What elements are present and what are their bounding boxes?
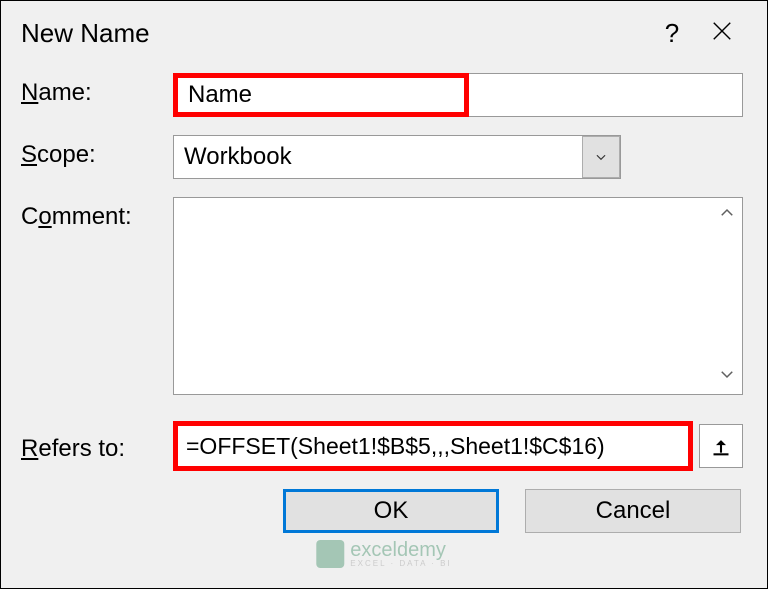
comment-textarea[interactable]	[173, 197, 743, 395]
scope-select[interactable]	[173, 135, 621, 179]
watermark-brand: exceldemy	[350, 540, 451, 560]
watermark: exceldemy EXCEL · DATA · BI	[316, 540, 451, 568]
name-label: Name:	[21, 73, 173, 107]
watermark-text: exceldemy EXCEL · DATA · BI	[350, 540, 451, 568]
scope-dropdown-button[interactable]	[582, 136, 620, 178]
scope-field-wrap	[173, 135, 743, 179]
close-button[interactable]	[697, 20, 747, 47]
titlebar: New Name ?	[1, 1, 767, 61]
name-row: Name:	[21, 73, 743, 117]
comment-field-wrap	[173, 197, 743, 395]
collapse-icon	[711, 436, 731, 456]
name-field-wrap	[173, 73, 743, 117]
refers-to-field-wrap	[173, 421, 743, 471]
help-button[interactable]: ?	[647, 18, 697, 49]
refers-to-label: Refers to:	[21, 429, 173, 463]
scope-label: Scope:	[21, 135, 173, 169]
cancel-button[interactable]: Cancel	[525, 489, 741, 533]
caret-up-icon	[718, 204, 736, 222]
close-icon	[711, 20, 733, 42]
scroll-down-button[interactable]	[718, 365, 736, 388]
name-input[interactable]	[173, 73, 469, 117]
scope-value[interactable]	[173, 135, 621, 179]
dialog-content: Name: Scope: Comment:	[1, 61, 767, 533]
scroll-up-button[interactable]	[718, 204, 736, 227]
refers-to-row: Refers to:	[21, 421, 743, 471]
refers-to-input[interactable]	[173, 421, 693, 471]
watermark-tag: EXCEL · DATA · BI	[350, 560, 451, 568]
collapse-dialog-button[interactable]	[699, 424, 743, 468]
ok-button[interactable]: OK	[283, 489, 499, 533]
comment-row: Comment:	[21, 197, 743, 395]
watermark-icon	[316, 540, 344, 568]
scope-row: Scope:	[21, 135, 743, 179]
dialog-title: New Name	[21, 18, 647, 49]
name-input-extension[interactable]	[469, 73, 743, 117]
chevron-down-icon	[594, 150, 608, 164]
new-name-dialog: New Name ? Name: Scope:	[0, 0, 768, 589]
dialog-buttons: OK Cancel	[21, 489, 743, 533]
caret-down-icon	[718, 365, 736, 383]
comment-label: Comment:	[21, 197, 173, 231]
